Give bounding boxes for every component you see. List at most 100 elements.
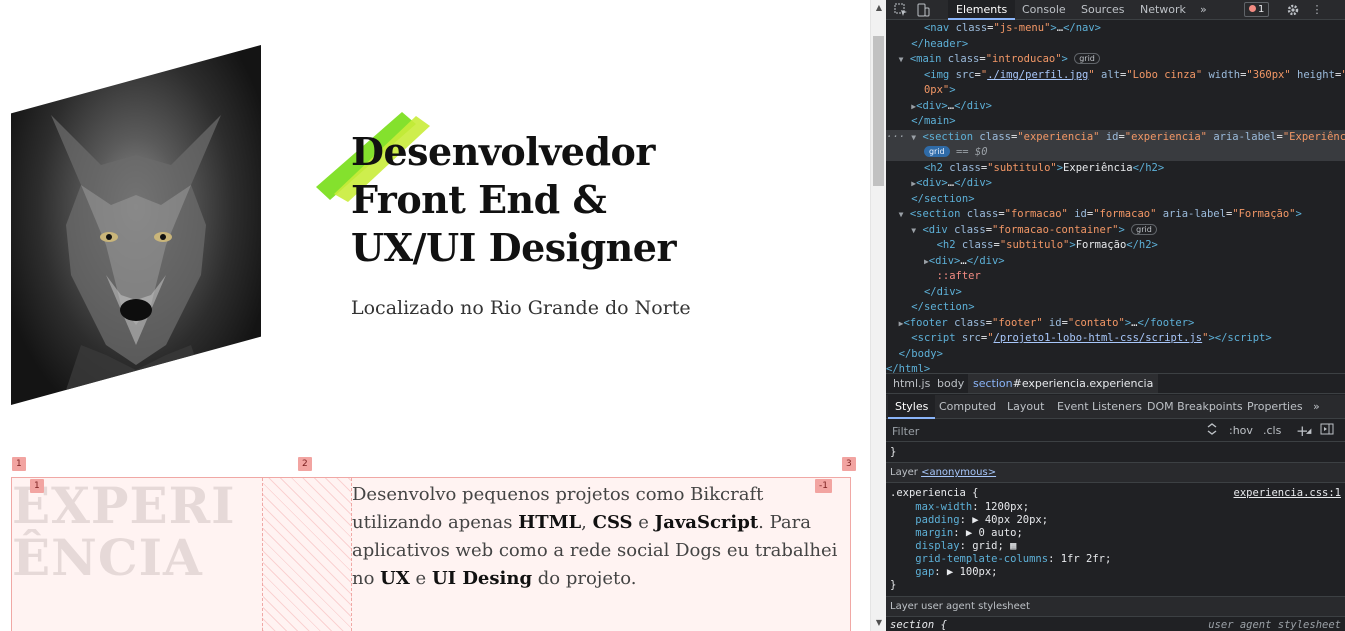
scrollbar-thumb[interactable] <box>873 36 884 186</box>
dom-tree[interactable]: <nav class="js-menu">…</nav> </header> ▼… <box>886 21 1345 373</box>
dom-tree-node[interactable]: ::after <box>886 269 1345 285</box>
profile-image <box>11 45 261 405</box>
toggle-sidebar-icon[interactable] <box>1320 423 1334 439</box>
grid-gap-overlay <box>262 478 352 631</box>
inspect-element-icon[interactable] <box>894 3 908 17</box>
dom-tree-node[interactable]: ▼ <div class="formacao-container"> grid <box>886 223 1345 239</box>
ua-rule-source: user agent stylesheet <box>1208 619 1341 631</box>
style-prop-display[interactable]: display: grid; ▦ <box>890 540 1342 553</box>
dom-tree-node[interactable]: </main> <box>886 114 1345 130</box>
experience-section: EXPERI ÊNCIA Desenvolvo pequenos projeto… <box>11 477 851 631</box>
layer-ua-header: Layer user agent stylesheet <box>886 597 1345 616</box>
hero-title-line-1: Desenvolvedor <box>351 129 655 174</box>
dom-tree-node[interactable]: <script src="/projeto1-lobo-html-css/scr… <box>886 331 1345 347</box>
subtab-properties[interactable]: Properties <box>1240 395 1310 419</box>
rule-menu-icon[interactable]: ◢ <box>1306 423 1311 439</box>
prev-rule-close: } <box>890 446 897 458</box>
subtab-layout[interactable]: Layout <box>1000 395 1051 419</box>
exp-text-part: e <box>409 568 432 589</box>
grid-line-badge-2: 2 <box>298 457 312 471</box>
tab-network[interactable]: Network <box>1132 0 1194 20</box>
experience-title: EXPERI ÊNCIA <box>12 480 262 584</box>
dom-tree-node[interactable]: <nav class="js-menu">…</nav> <box>886 21 1345 37</box>
tab-elements[interactable]: Elements <box>948 0 1016 20</box>
styles-filter-bar: :hov .cls + ◢ <box>886 420 1345 442</box>
dom-tree-node[interactable]: </header> <box>886 37 1345 53</box>
dom-tree-node[interactable]: ▶<div>…</div> <box>886 99 1345 115</box>
paint-brush-icon[interactable] <box>1206 423 1218 439</box>
style-prop-margin[interactable]: margin: ▶ 0 auto; <box>890 527 1342 540</box>
hov-toggle[interactable]: :hov <box>1229 423 1253 439</box>
breadcrumb-body[interactable]: body <box>932 374 969 393</box>
grid-inner-badge-first: 1 <box>30 479 44 493</box>
grid-inner-badge-last: -1 <box>815 479 832 493</box>
exp-text-bold: UI Desing <box>431 568 533 589</box>
devtools-toolbar: Elements Console Sources Network » 1 ⋮ <box>886 0 1345 20</box>
style-prop-grid-template-columns[interactable]: grid-template-columns: 1fr 2fr; <box>890 553 1342 566</box>
tab-sources[interactable]: Sources <box>1073 0 1133 20</box>
divider <box>886 616 1345 617</box>
more-tabs-icon[interactable]: » <box>1192 0 1215 20</box>
style-prop-padding[interactable]: padding: ▶ 40px 20px; <box>890 514 1342 527</box>
dom-tree-node[interactable]: ▶<div>…</div> <box>886 176 1345 192</box>
wolf-icon <box>51 115 221 405</box>
breadcrumb-html[interactable]: html.js <box>888 374 935 393</box>
hero-title-line-2: Front End & <box>351 177 607 222</box>
dom-tree-node[interactable]: <h2 class="subtitulo">Formação</h2> <box>886 238 1345 254</box>
subtab-event-listeners[interactable]: Event Listeners <box>1050 395 1149 419</box>
more-subtabs-icon[interactable]: » <box>1306 395 1327 419</box>
hero-title-line-3: UX/UI Designer <box>351 225 677 270</box>
rule-source-link[interactable]: experiencia.css:1 <box>1234 487 1341 500</box>
kebab-menu-icon[interactable]: ⋮ <box>1310 3 1324 17</box>
exp-text-bold: UX <box>380 568 410 589</box>
exp-text-bold: CSS <box>592 512 633 533</box>
dom-tree-node[interactable]: ▶<footer class="footer" id="contato">…</… <box>886 316 1345 332</box>
scroll-up-icon[interactable]: ▲ <box>871 0 887 16</box>
divider <box>886 482 1345 483</box>
cls-toggle[interactable]: .cls <box>1263 423 1281 439</box>
style-prop-gap[interactable]: gap: ▶ 100px; <box>890 566 1342 579</box>
exp-text-part: e <box>632 512 655 533</box>
hero-title: Desenvolvedor Front End & UX/UI Designer <box>351 128 771 272</box>
subtab-styles[interactable]: Styles <box>888 395 936 419</box>
breadcrumb-section-id: #experiencia.experiencia <box>1012 377 1154 390</box>
dom-tree-node[interactable]: <img src="./img/perfil.jpg" alt="Lobo ci… <box>886 68 1345 84</box>
rule-selector[interactable]: .experiencia { <box>890 487 979 499</box>
dom-tree-node[interactable]: </html> <box>886 362 1345 373</box>
styles-subtabs: Styles Computed Layout Event Listeners D… <box>886 395 1345 419</box>
dom-tree-node[interactable]: ▶<div>…</div> <box>886 254 1345 270</box>
subtab-dom-breakpoints[interactable]: DOM Breakpoints <box>1140 395 1250 419</box>
style-prop-max-width[interactable]: max-width: 1200px; <box>890 501 1342 514</box>
breadcrumb-section[interactable]: section#experiencia.experiencia <box>968 374 1159 393</box>
tab-console[interactable]: Console <box>1014 0 1074 20</box>
dom-tree-node[interactable]: ▼ <main class="introducao"> grid <box>886 52 1345 68</box>
dom-tree-node[interactable]: </body> <box>886 347 1345 363</box>
dom-tree-node[interactable]: </div> <box>886 285 1345 301</box>
device-toolbar-icon[interactable] <box>916 3 930 17</box>
dom-tree-node[interactable]: grid == $0 <box>886 145 1345 161</box>
scroll-down-icon[interactable]: ▼ <box>871 615 887 631</box>
page-viewport: Desenvolvedor Front End & UX/UI Designer… <box>0 0 870 631</box>
hero-subtitle: Localizado no Rio Grande do Norte <box>351 297 691 319</box>
layer-anonymous-link[interactable]: <anonymous> <box>921 467 996 478</box>
dom-tree-node[interactable]: <h2 class="subtitulo">Experiência</h2> <box>886 161 1345 177</box>
devtools-panel: Elements Console Sources Network » 1 ⋮ <… <box>886 0 1345 631</box>
settings-gear-icon[interactable] <box>1286 3 1300 17</box>
error-count: 1 <box>1258 4 1265 15</box>
dom-tree-node[interactable]: </section> <box>886 300 1345 316</box>
error-count-badge[interactable]: 1 <box>1244 2 1270 17</box>
dom-tree-node[interactable]: 0px"> <box>886 83 1345 99</box>
experience-text: Desenvolvo pequenos projetos como Bikcra… <box>352 481 852 593</box>
styles-pane: } Layer <anonymous> .experiencia { exper… <box>886 443 1345 631</box>
subtab-computed[interactable]: Computed <box>932 395 1003 419</box>
experience-title-line-1: EXPERI <box>12 476 236 535</box>
exp-text-bold: JavaScript <box>654 512 759 533</box>
styles-filter-input[interactable] <box>888 422 1194 440</box>
dom-tree-node[interactable]: ··· ▼ <section class="experiencia" id="e… <box>886 129 1345 145</box>
dom-tree-node[interactable]: ▼ <section class="formacao" id="formacao… <box>886 207 1345 223</box>
page-scrollbar[interactable]: ▲ ▼ <box>870 0 886 631</box>
exp-text-part: do projeto. <box>532 568 637 589</box>
dom-tree-node[interactable]: </section> <box>886 192 1345 208</box>
exp-text-bold: HTML <box>518 512 582 533</box>
experience-title-line-2: ÊNCIA <box>12 528 203 587</box>
